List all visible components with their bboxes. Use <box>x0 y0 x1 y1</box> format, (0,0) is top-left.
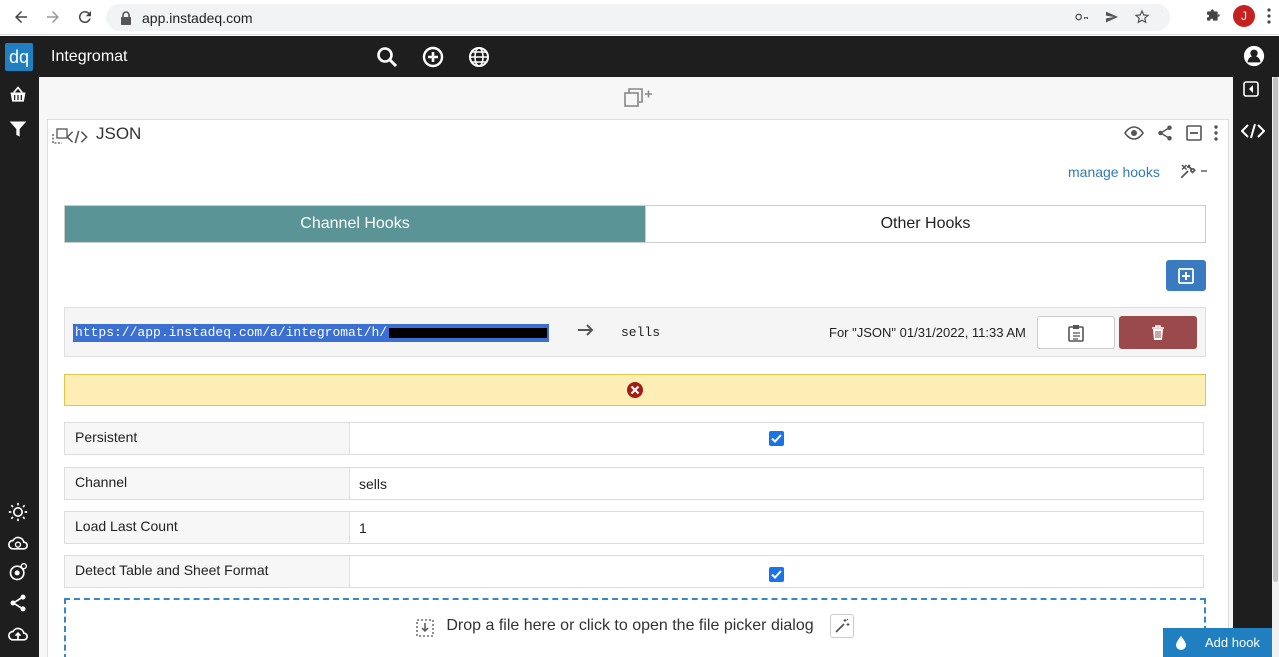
tools-dropdown[interactable] <box>1179 162 1208 180</box>
reload-button[interactable] <box>72 4 98 30</box>
basket-button[interactable] <box>7 84 29 106</box>
caret-down-icon <box>1201 170 1207 172</box>
check-icon <box>771 434 782 443</box>
minimize-icon[interactable] <box>1186 125 1202 141</box>
delete-hook-button[interactable] <box>1119 316 1197 349</box>
persistent-checkbox[interactable] <box>769 431 784 446</box>
prop-label: Channel <box>65 468 350 499</box>
magic-wand-button[interactable] <box>829 614 854 638</box>
plus-square-icon <box>1178 267 1194 284</box>
globe-icon[interactable] <box>467 45 491 69</box>
tools-icon <box>1180 164 1196 179</box>
clipboard-icon <box>1068 324 1084 342</box>
add-circle-icon[interactable] <box>421 45 445 69</box>
gear-sync-icon <box>9 563 28 581</box>
cloud-sync-button[interactable] <box>7 532 29 554</box>
prop-label: Detect Table and Sheet Format <box>65 556 350 587</box>
detect-table-checkbox[interactable] <box>769 567 784 582</box>
prop-load-last-count: Load Last Count 1 <box>64 511 1204 544</box>
key-icon[interactable] <box>1074 9 1090 25</box>
arrow-left-icon <box>15 11 27 23</box>
load-last-count-field[interactable]: 1 <box>350 512 1203 543</box>
channel-field[interactable]: sells <box>350 468 1203 499</box>
filter-button[interactable] <box>7 118 29 140</box>
arrow-right-icon <box>577 323 595 340</box>
forward-button[interactable] <box>40 4 66 30</box>
check-icon <box>771 570 782 579</box>
main-area: JSON manage hooks Channel Hooks Other Ho… <box>39 77 1233 657</box>
search-icon[interactable] <box>375 45 399 69</box>
magic-wand-icon <box>835 618 850 633</box>
browser-chrome: app.instadeq.com J <box>0 0 1279 35</box>
collapse-panel-button[interactable] <box>1243 81 1259 100</box>
prop-channel: Channel sells <box>64 467 1204 500</box>
collapse-left-icon <box>1243 81 1259 97</box>
file-dropzone[interactable]: Drop a file here or click to open the fi… <box>64 598 1206 657</box>
lock-icon <box>121 10 131 25</box>
url-text: app.instadeq.com <box>142 9 253 26</box>
error-icon <box>627 382 643 398</box>
share-button[interactable] <box>7 592 29 614</box>
reload-icon <box>78 11 91 24</box>
warning-bar <box>64 374 1206 406</box>
prop-detect-table: Detect Table and Sheet Format <box>64 555 1204 588</box>
dropzone-text: Drop a file here or click to open the fi… <box>446 617 814 634</box>
theme-button[interactable] <box>7 501 29 523</box>
app-topbar: dq Integromat <box>0 36 1279 77</box>
app-title: Integromat <box>51 48 128 65</box>
prop-label: Load Last Count <box>65 512 350 543</box>
hook-meta: For "JSON" 01/31/2022, 11:33 AM <box>829 325 1026 340</box>
filter-icon <box>9 121 27 137</box>
user-account-icon[interactable] <box>1243 45 1265 67</box>
address-bar[interactable]: app.instadeq.com <box>106 4 1170 31</box>
json-panel: JSON manage hooks Channel Hooks Other Ho… <box>47 119 1229 657</box>
add-hook-label: Add hook <box>1205 635 1260 650</box>
right-sidebar <box>1233 77 1272 657</box>
file-import-icon <box>416 619 434 637</box>
tab-other-hooks[interactable]: Other Hooks <box>645 206 1205 242</box>
add-panel-button[interactable] <box>624 87 654 112</box>
hook-row: https://app.instadeq.com/a/integromat/h/… <box>64 307 1206 357</box>
settings-sync-button[interactable] <box>7 561 29 583</box>
arrow-right-icon <box>47 11 59 23</box>
cloud-upload-button[interactable] <box>7 623 29 645</box>
hook-url[interactable]: https://app.instadeq.com/a/integromat/h/ <box>73 324 550 342</box>
send-icon[interactable] <box>1104 9 1120 25</box>
code-icon <box>66 130 88 144</box>
more-vertical-icon[interactable] <box>1214 125 1218 141</box>
code-icon <box>1240 123 1266 139</box>
eye-icon[interactable] <box>1124 126 1144 140</box>
page-scrollbar[interactable] <box>1272 77 1279 657</box>
profile-avatar[interactable]: J <box>1233 5 1255 27</box>
extensions-icon[interactable] <box>1205 8 1221 24</box>
add-hook-button[interactable]: Add hook <box>1163 628 1272 657</box>
cloud-upload-icon <box>8 627 28 641</box>
sun-icon <box>8 502 28 522</box>
share-icon <box>10 594 26 612</box>
hook-tabs: Channel Hooks Other Hooks <box>64 205 1206 243</box>
trash-icon <box>1152 324 1164 340</box>
redacted-token <box>389 327 548 338</box>
manage-hooks-link[interactable]: manage hooks <box>1068 164 1160 180</box>
back-button[interactable] <box>8 4 34 30</box>
duplicate-plus-icon <box>624 88 652 107</box>
tab-channel-hooks[interactable]: Channel Hooks <box>65 206 645 242</box>
prop-persistent: Persistent <box>64 422 1204 455</box>
star-icon[interactable] <box>1134 9 1150 25</box>
add-channel-hook-button[interactable] <box>1166 260 1206 291</box>
app-logo[interactable]: dq <box>5 43 33 71</box>
prop-label: Persistent <box>65 423 350 454</box>
hook-drop-icon <box>1176 635 1186 650</box>
kebab-menu-icon[interactable] <box>1267 8 1271 24</box>
left-sidebar <box>0 77 39 657</box>
cloud-sync-icon <box>8 536 28 550</box>
basket-icon <box>10 86 26 102</box>
panel-title: JSON <box>96 124 142 143</box>
code-view-button[interactable] <box>1240 123 1266 142</box>
copy-url-button[interactable] <box>1037 316 1115 349</box>
share-icon[interactable] <box>1156 124 1174 142</box>
hook-channel: sells <box>621 325 661 340</box>
